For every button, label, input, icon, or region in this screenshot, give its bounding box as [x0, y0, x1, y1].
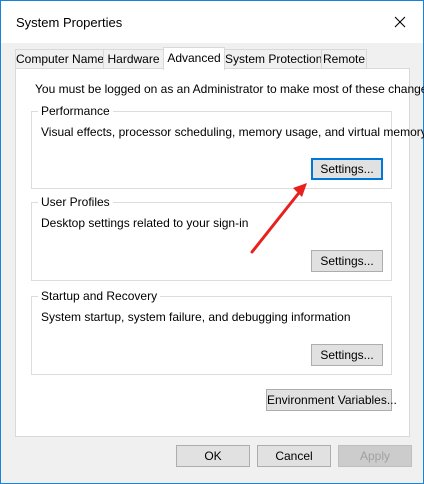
cancel-button[interactable]: Cancel	[257, 445, 331, 467]
user-profiles-title: User Profiles	[38, 195, 113, 209]
user-profiles-settings-button[interactable]: Settings...	[311, 250, 383, 272]
tab-advanced[interactable]: Advanced	[163, 47, 225, 70]
advanced-tab-panel: You must be logged on as an Administrato…	[15, 68, 424, 437]
ok-button[interactable]: OK	[176, 445, 250, 467]
performance-description: Visual effects, processor scheduling, me…	[41, 125, 424, 139]
system-properties-window: System Properties Computer Name Hardware…	[0, 0, 424, 484]
startup-recovery-settings-button[interactable]: Settings...	[311, 344, 383, 366]
startup-recovery-description: System startup, system failure, and debu…	[41, 310, 351, 324]
tab-remote[interactable]: Remote	[321, 49, 367, 68]
startup-recovery-group: Startup and Recovery System startup, sys…	[31, 289, 392, 375]
performance-group: Performance Visual effects, processor sc…	[31, 104, 424, 189]
close-icon	[394, 16, 406, 28]
user-profiles-description: Desktop settings related to your sign-in	[41, 216, 249, 230]
environment-variables-button[interactable]: Environment Variables...	[266, 389, 397, 411]
performance-title: Performance	[38, 104, 113, 118]
startup-recovery-title: Startup and Recovery	[38, 289, 161, 303]
tab-hardware[interactable]: Hardware	[103, 49, 164, 68]
title-bar[interactable]: System Properties	[1, 1, 423, 43]
admin-notice-text: You must be logged on as an Administrato…	[35, 82, 424, 96]
apply-button[interactable]: Apply	[338, 445, 412, 467]
close-button[interactable]	[377, 1, 423, 43]
performance-settings-button[interactable]: Settings...	[311, 158, 383, 180]
tab-system-protection[interactable]: System Protection	[224, 49, 322, 68]
tab-computer-name[interactable]: Computer Name	[15, 49, 104, 68]
tab-strip: Computer Name Hardware Advanced System P…	[15, 47, 410, 70]
window-title: System Properties	[16, 15, 123, 30]
user-profiles-group: User Profiles Desktop settings related t…	[31, 195, 392, 281]
